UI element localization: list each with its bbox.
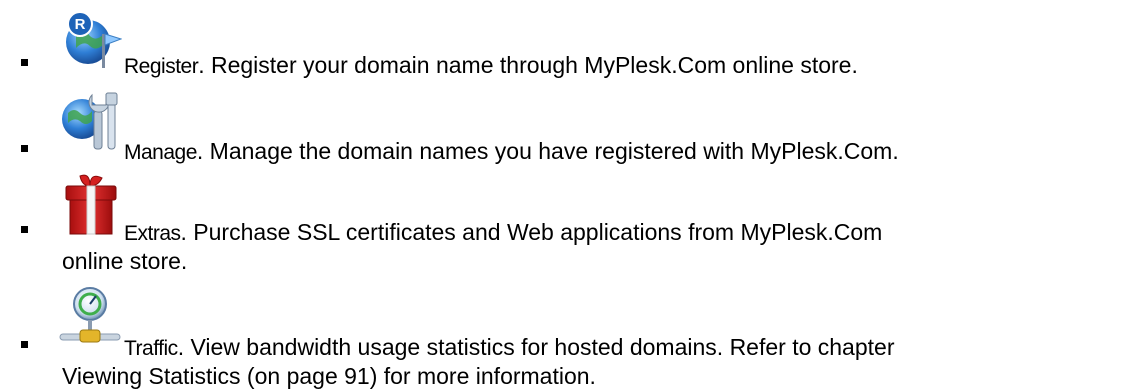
list-item-extras: Extras. Purchase SSL certificates and We… <box>0 170 1124 280</box>
list-item-register: R Register. Register your domain name th… <box>0 0 1124 85</box>
register-globe-flag-icon[interactable]: R <box>58 8 122 72</box>
list-item-line-continued: Viewing Statistics (on page 91) for more… <box>62 363 596 389</box>
extras-label[interactable]: Extras <box>124 222 181 245</box>
list-item-line-continued: online store. <box>62 248 188 274</box>
extras-description: . Purchase SSL certificates and Web appl… <box>180 219 883 245</box>
register-description: . Register your domain name through MyPl… <box>198 52 858 78</box>
bullet <box>21 59 28 66</box>
bullet <box>21 226 28 233</box>
list-item-line: Manage. Manage the domain names you have… <box>124 137 899 167</box>
list-item-line: Register. Register your domain name thro… <box>124 51 858 81</box>
feature-list: R Register. Register your domain name th… <box>0 0 1124 389</box>
register-label[interactable]: Register <box>124 55 199 78</box>
list-item-manage: Manage. Manage the domain names you have… <box>0 85 1124 170</box>
bullet <box>21 145 28 152</box>
manage-label[interactable]: Manage <box>124 141 197 164</box>
svg-text:R: R <box>75 16 86 33</box>
bullet <box>21 341 28 348</box>
list-item-traffic: Traffic. View bandwidth usage statistics… <box>0 280 1124 389</box>
traffic-gauge-icon[interactable] <box>58 284 122 348</box>
manage-description: . Manage the domain names you have regis… <box>196 138 899 164</box>
extras-gift-icon[interactable] <box>58 172 122 236</box>
list-item-line: Traffic. View bandwidth usage statistics… <box>124 333 894 363</box>
traffic-description: . View bandwidth usage statistics for ho… <box>177 334 895 360</box>
traffic-label[interactable]: Traffic <box>124 337 178 360</box>
list-item-line: Extras. Purchase SSL certificates and We… <box>124 218 882 248</box>
manage-globe-tools-icon[interactable] <box>58 89 122 153</box>
